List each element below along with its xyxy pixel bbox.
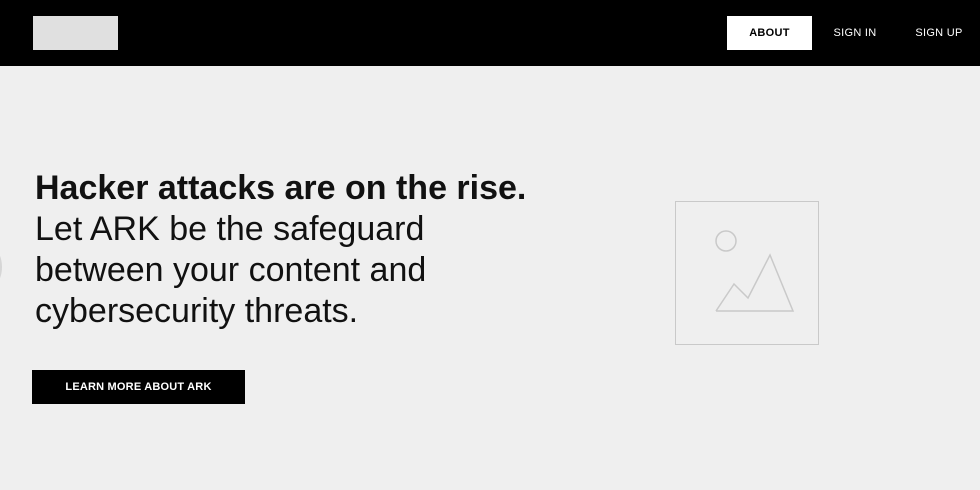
carousel-prev-edge: [0, 236, 2, 298]
nav-sign-up-link[interactable]: SIGN UP: [906, 16, 972, 50]
nav-about-button[interactable]: ABOUT: [727, 16, 812, 50]
image-placeholder-icon: [715, 230, 795, 312]
landing-page: ABOUT SIGN IN SIGN UP Hacker attacks are…: [0, 0, 980, 490]
hero-subline-1: Let ARK be the safeguard: [35, 210, 425, 248]
hero-subline-2: between your content and: [35, 251, 427, 289]
hero-image-placeholder: [675, 201, 819, 345]
hero-subline-3: cybersecurity threats.: [35, 292, 359, 330]
nav-sign-in-link[interactable]: SIGN IN: [822, 16, 888, 50]
logo-placeholder[interactable]: [33, 16, 118, 50]
hero-headline: Hacker attacks are on the rise.: [35, 169, 527, 207]
top-navigation-bar: ABOUT SIGN IN SIGN UP: [0, 0, 980, 66]
learn-more-button[interactable]: LEARN MORE ABOUT ARK: [32, 370, 245, 404]
hero-text-block: Hacker attacks are on the rise. Let ARK …: [35, 168, 555, 332]
